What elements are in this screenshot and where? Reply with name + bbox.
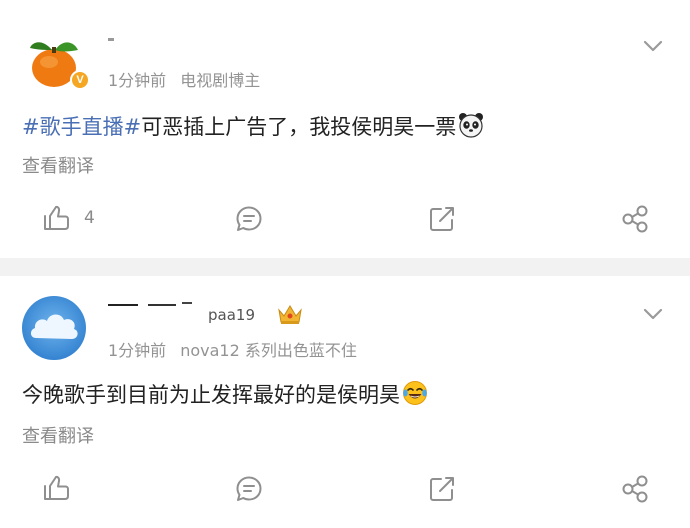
comment-button[interactable]	[235, 475, 263, 503]
post-content: #歌手直播#可恶插上广告了，我投侯明昊一票	[22, 112, 484, 146]
username[interactable]: paa19	[108, 300, 298, 323]
translate-link[interactable]: 查看翻译	[22, 152, 94, 178]
post-text: 可恶插上广告了，我投侯明昊一票	[141, 115, 457, 139]
comment-button[interactable]	[235, 205, 263, 233]
username-redacted	[108, 32, 128, 48]
comment-icon	[236, 476, 262, 501]
like-icon	[44, 475, 69, 500]
like-count: 4	[84, 208, 95, 228]
blue-cloud-avatar	[22, 296, 86, 360]
crown-badge-icon	[276, 302, 304, 330]
share-button[interactable]	[620, 474, 650, 504]
chevron-down-icon[interactable]	[642, 38, 664, 52]
post-meta: 1分钟前 nova12 系列出色蓝不住	[108, 337, 357, 361]
like-icon	[44, 205, 69, 230]
post-card: paa19 1分钟前 nova12 系列出色蓝不住 今晚歌手到目前为止发挥最好的是…	[0, 276, 690, 528]
post-content: 今晚歌手到目前为止发挥最好的是侯明昊	[22, 380, 428, 414]
share-icon	[622, 205, 648, 233]
post-source: 电视剧博主	[180, 71, 261, 90]
username-partial: paa19	[208, 306, 255, 324]
panda-emoji-icon	[458, 112, 484, 146]
repost-button[interactable]	[428, 475, 456, 503]
translate-link[interactable]: 查看翻译	[22, 422, 94, 448]
hashtag-link[interactable]: #歌手直播#	[22, 115, 141, 139]
repost-icon	[430, 477, 454, 501]
like-button[interactable]: 4	[42, 204, 95, 232]
chevron-down-icon[interactable]	[642, 306, 664, 320]
repost-button[interactable]	[428, 205, 456, 233]
laughing-tears-emoji-icon	[402, 380, 428, 414]
avatar[interactable]	[22, 296, 86, 360]
verified-badge: V	[70, 70, 90, 90]
post-source: nova12 系列出色蓝不住	[180, 341, 357, 360]
share-icon	[622, 475, 648, 503]
post-card: V 1分钟前 电视剧博主 #歌手直播#可恶插上广告了，我投侯明昊一票 查看翻译 4	[0, 0, 690, 258]
post-text: 今晚歌手到目前为止发挥最好的是侯明昊	[22, 383, 400, 407]
post-time: 1分钟前	[108, 341, 167, 360]
comment-icon	[236, 206, 262, 231]
like-button[interactable]	[42, 474, 70, 502]
post-time: 1分钟前	[108, 71, 167, 90]
repost-icon	[430, 207, 454, 231]
share-button[interactable]	[620, 204, 650, 234]
post-meta: 1分钟前 电视剧博主	[108, 67, 260, 91]
